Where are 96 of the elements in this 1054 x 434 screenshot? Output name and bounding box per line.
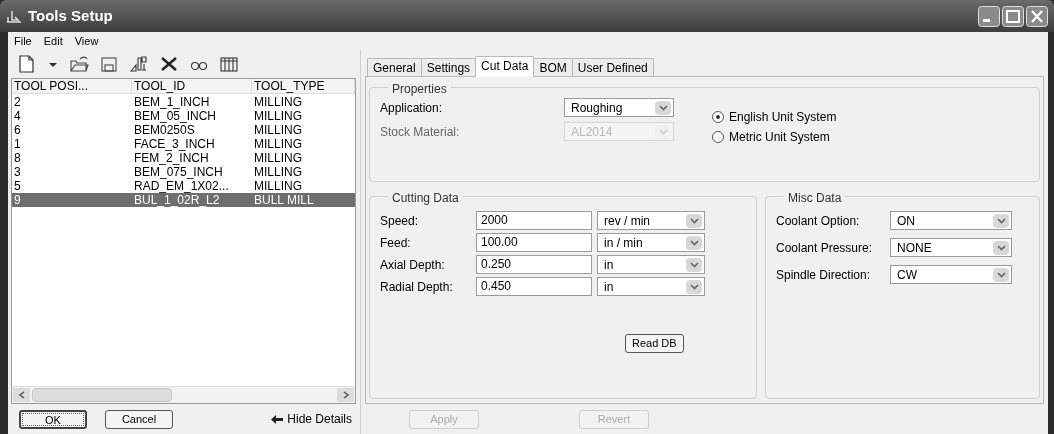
table-cell-text: MILLING: [253, 123, 303, 137]
menu-item[interactable]: View: [74, 32, 99, 50]
input-field[interactable]: 0.250: [476, 255, 592, 274]
table-row[interactable]: 2 BEM_1_INCH MILLING: [12, 95, 355, 109]
input-field[interactable]: 0.450: [476, 277, 592, 296]
dropdown-arrow-icon: [686, 235, 702, 250]
dropdown-arrow-icon: [993, 213, 1009, 228]
field-label: Spindle Direction:: [776, 266, 872, 284]
dropdown-field[interactable]: NONE: [890, 238, 1012, 257]
dropdown-field[interactable]: Roughing: [564, 98, 674, 117]
table-cell-text: MILLING: [253, 179, 303, 193]
table-row[interactable]: 4 BEM_05_INCH MILLING: [12, 109, 355, 123]
radio-button[interactable]: [712, 111, 724, 123]
table-cell-text: MILLING: [253, 137, 303, 151]
field-label: Radial Depth:: [380, 278, 454, 296]
tab[interactable]: General: [367, 58, 422, 76]
table-row[interactable]: 3 BEM_075_INCH MILLING: [12, 165, 355, 179]
save-icon[interactable]: [99, 54, 119, 74]
radio-button[interactable]: [712, 131, 724, 143]
dropdown-arrow-icon: [686, 257, 702, 272]
field-label: Coolant Pressure:: [776, 239, 874, 257]
dialog-button[interactable]: OK: [19, 409, 87, 429]
table-cell-text: FEM_2_INCH: [133, 151, 210, 165]
tab[interactable]: Cut Data: [475, 56, 535, 77]
column-header[interactable]: TOOL_ID: [132, 79, 252, 93]
columns-icon[interactable]: [219, 54, 239, 74]
table-cell-text: BEM_1_INCH: [133, 95, 211, 109]
table-cell-text: 8: [13, 151, 22, 165]
field-label: Axial Depth:: [380, 256, 446, 274]
window-title: Tools Setup: [28, 5, 113, 26]
table-row[interactable]: 6 BEM0250S MILLING: [12, 123, 355, 137]
menu-item[interactable]: File: [14, 32, 32, 50]
table-cell-text: 6: [13, 123, 22, 137]
table-row[interactable]: 8 FEM_2_INCH MILLING: [12, 151, 355, 165]
delete-icon[interactable]: [159, 54, 179, 74]
tool-insert-icon[interactable]: [129, 54, 149, 74]
table-cell-text: 3: [13, 165, 22, 179]
dropdown-arrow-icon: [993, 240, 1009, 255]
minimize-icon[interactable]: [978, 5, 1000, 27]
left-arrow-icon: [271, 414, 284, 424]
table-cell-text: BULL MILL: [253, 193, 315, 207]
dropdown-arrow-icon: [655, 124, 671, 139]
menu-item[interactable]: Edit: [43, 32, 63, 50]
dropdown-arrow-icon: [686, 279, 702, 294]
new-file-icon[interactable]: [17, 54, 37, 74]
table-cell-text: RAD_EM_1X02...: [133, 179, 230, 193]
table-cell-text: BUL_1_02R_L2: [133, 193, 221, 207]
field-label: Application:: [380, 99, 444, 117]
dropdown-arrow-icon: [655, 100, 671, 115]
table-cell-text: MILLING: [253, 151, 303, 165]
dropdown-arrow-icon: [993, 267, 1009, 282]
field-label: Feed:: [380, 234, 412, 252]
scroll-left-icon[interactable]: [18, 391, 25, 399]
dropdown-field[interactable]: ON: [890, 211, 1012, 230]
table-cell-text: 5: [13, 179, 22, 193]
table-cell-text: BEM_05_INCH: [133, 109, 218, 123]
table-cell-text: 2: [13, 95, 22, 109]
radio-option[interactable]: Metric Unit System: [712, 128, 837, 146]
field-label: Speed:: [380, 212, 420, 230]
table-cell-text: 4: [13, 109, 22, 123]
tab[interactable]: User Defined: [571, 58, 654, 76]
input-field[interactable]: 100.00: [476, 233, 592, 252]
unit-dropdown[interactable]: in / min: [597, 233, 705, 252]
input-field[interactable]: 2000: [476, 211, 592, 230]
unit-dropdown[interactable]: rev / min: [597, 211, 705, 230]
maximize-icon[interactable]: [1002, 5, 1024, 27]
unit-dropdown[interactable]: in: [597, 277, 705, 296]
table-cell-text: 1: [13, 137, 22, 151]
unit-dropdown[interactable]: in: [597, 255, 705, 274]
table-cell-text: MILLING: [253, 109, 303, 123]
tab[interactable]: BOM: [533, 58, 573, 76]
table-cell-text: MILLING: [253, 95, 303, 109]
close-icon[interactable]: [1026, 5, 1048, 27]
open-folder-icon[interactable]: [69, 54, 89, 74]
column-header[interactable]: TOOL_TYPE: [252, 79, 355, 93]
table-cell-text: BEM0250S: [133, 123, 196, 137]
table-cell-text: BEM_075_INCH: [133, 165, 224, 179]
scroll-right-icon[interactable]: [342, 391, 349, 399]
table-row[interactable]: 1 FACE_3_INCH MILLING: [12, 137, 355, 151]
read-db-button[interactable]: Read DB: [625, 334, 684, 353]
table-row[interactable]: 5 RAD_EM_1X02... MILLING: [12, 179, 355, 193]
tools-icon: [6, 9, 22, 23]
tab[interactable]: Settings: [420, 58, 477, 76]
hide-details-button[interactable]: Hide Details: [271, 410, 352, 428]
dialog-button[interactable]: Cancel: [105, 409, 173, 429]
column-header[interactable]: TOOL POSI...: [12, 79, 132, 93]
radio-option[interactable]: English Unit System: [712, 108, 837, 126]
dropdown-arrow-icon: [686, 213, 702, 228]
field-label: Coolant Option:: [776, 212, 861, 230]
table-row[interactable]: 9 BUL_1_02R_L2 BULL MILL: [12, 193, 355, 207]
table-cell-text: 9: [13, 193, 22, 207]
table-cell-text: FACE_3_INCH: [133, 137, 216, 151]
horizontal-scrollbar[interactable]: [12, 386, 355, 403]
table-cell-text: MILLING: [253, 165, 303, 179]
field-label: Stock Material:: [380, 123, 461, 141]
dropdown-field[interactable]: CW: [890, 265, 1012, 284]
